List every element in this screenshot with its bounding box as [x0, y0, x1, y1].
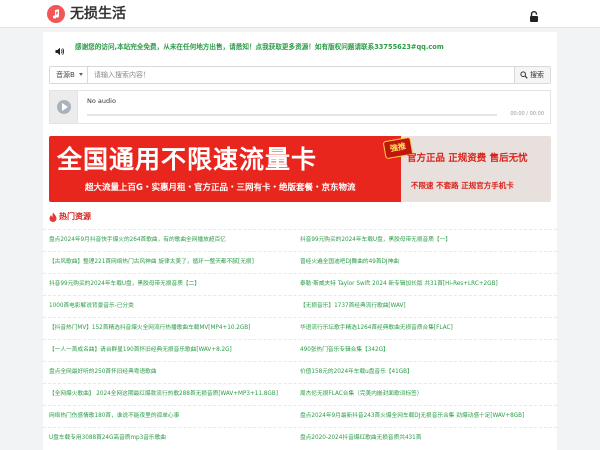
player-time: 00:00 / 00:00 — [510, 111, 544, 117]
search-input[interactable]: 请输入搜索内容！ — [94, 67, 150, 83]
resource-link[interactable]: 泰勒·斯威夫特 Taylor Swift 2024 新专辑加长版 共31首[Hi… — [300, 279, 550, 289]
resource-link[interactable]: 网络热门伤感情歌180首，谁说不能夜里的孤单心事 — [49, 411, 299, 421]
table-row: U盘车载专用3088首24G高音质mp3音乐歌曲 盘点2020-2024抖音爆红… — [43, 427, 557, 449]
banner-subtitle: 超大流量上百G・实惠月租・官方正品・三网有卡・绝版套餐・京东物流 — [85, 183, 356, 193]
resource-link[interactable]: 1000首电影解说背景音乐-已分类 — [49, 301, 299, 311]
table-row: 【一人一首成名曲】请台群星190首怀旧经典无损音乐歌曲[WAV+8.2G] 49… — [43, 339, 557, 361]
progress-bar[interactable] — [87, 114, 497, 116]
table-row: 抖音99元购买的2024年车载U盘，黑胶母带无损音质【二】 泰勒·斯威夫特 Ta… — [43, 273, 557, 295]
search-bar: 音源B 请输入搜索内容！ 搜索 — [49, 66, 551, 84]
audio-player: No audio 00:00 / 00:00 — [49, 90, 551, 124]
banner-title: 全国通用不限速流量卡 — [57, 145, 318, 174]
flame-icon — [49, 212, 57, 222]
table-row: 网络热门伤感情歌180首，谁说不能夜里的孤单心事 盘点2024年9月最新抖音24… — [43, 405, 557, 427]
resource-link[interactable]: 490张热门音乐专辑合集【342G】 — [300, 345, 550, 355]
banner-right-top: 官方正品 正规资费 售后无忧 — [407, 153, 528, 164]
banner-right: 官方正品 正规资费 售后无忧 不限速 不套路 正规官方手机卡 — [401, 136, 551, 202]
notice-bar: 感谢您的访问,本站完全免费，从未在任何地方出售，请悉知！点我获取更多资源！如有版… — [43, 37, 557, 57]
resource-link[interactable]: 抖音99元购买的2024年车载U盘，黑胶母带无损音质【二】 — [49, 279, 299, 289]
resource-link[interactable]: 抖音99元购买的2024年车载U盘，黑胶母带无损音质【一】 — [300, 235, 550, 245]
banner-left: 全国通用不限速流量卡 超大流量上百G・实惠月租・官方正品・三网有卡・绝版套餐・京… — [49, 136, 401, 202]
chevron-down-icon — [79, 73, 83, 76]
main-content: 感谢您的访问,本站完全免费，从未在任何地方出售，请悉知！点我获取更多资源！如有版… — [43, 32, 557, 450]
resource-link[interactable]: 盘点2024年9月最新抖音243首火爆全网车载DJ无损音乐合集 劲爆动感十足[W… — [300, 411, 550, 421]
resource-link[interactable]: 价值158元的2024年车载u盘音乐【41GB】 — [300, 367, 550, 377]
resource-link[interactable]: 【抖音热门MV】152首精选抖音爆火全网流行热播歌曲车载MV[MP4+10.2G… — [49, 323, 299, 333]
table-row: 盘点2024年9月抖音快手爆火的264首歌曲，有的歌曲全网播放超百亿 抖音99元… — [43, 229, 557, 251]
ad-banner[interactable]: 全国通用不限速流量卡 超大流量上百G・实惠月租・官方正品・三网有卡・绝版套餐・京… — [49, 136, 551, 202]
speaker-icon — [55, 41, 65, 60]
table-row: 【抖音热门MV】152首精选抖音爆火全网流行热播歌曲车载MV[MP4+10.2G… — [43, 317, 557, 339]
banner-right-bottom: 不限速 不套路 正规官方手机卡 — [411, 181, 514, 190]
resource-link[interactable]: 盘点2024年9月抖音快手爆火的264首歌曲，有的歌曲全网播放超百亿 — [49, 235, 299, 245]
top-navbar: 无损生活 — [0, 0, 600, 28]
source-select[interactable]: 音源B — [50, 67, 88, 83]
resource-link[interactable]: 盘点全网最好听的250首怀旧经典粤语歌曲 — [49, 367, 299, 377]
resource-link[interactable]: 【古风歌曲】整理221首网络热门古风神曲 旋律太美了，循环一整天都不腻[无损] — [49, 257, 299, 267]
section-title: 热门资源 — [59, 212, 91, 221]
notice-link[interactable]: 感谢您的访问,本站完全免费，从未在任何地方出售，请悉知！点我获取更多资源！如有版… — [75, 40, 444, 54]
resource-link[interactable]: 【一人一首成名曲】请台群星190首怀旧经典无损音乐歌曲[WAV+8.2G] — [49, 345, 299, 355]
resource-link[interactable]: 周杰伦无损FLAC合集（完美内嵌封面歌词标签） — [300, 389, 550, 399]
source-select-label: 音源B — [56, 71, 75, 79]
table-row: 1000首电影解说背景音乐-已分类 【无损音乐】1737首经典流行歌曲[WAV] — [43, 295, 557, 317]
unlock-icon[interactable] — [529, 8, 539, 27]
resource-link[interactable]: 华语流行乐坛歌手精选1264首经典歌曲无损音质合集[FLAC] — [300, 323, 550, 333]
search-button-label: 搜索 — [530, 71, 544, 79]
site-brand[interactable]: 无损生活 — [70, 5, 126, 23]
table-row: 【古风歌曲】整理221首网络热门古风神曲 旋律太美了，循环一整天都不腻[无损] … — [43, 251, 557, 273]
resource-link[interactable]: U盘车载专用3088首24G高音质mp3音乐歌曲 — [49, 433, 299, 443]
resource-link[interactable]: 【全网爆火歌曲】 2024全网这期最红爆款流行热歌288首无损音质[WAV+MP… — [49, 389, 299, 399]
player-title: No audio — [87, 97, 116, 105]
table-row: 盘点全网最好听的250首怀旧经典粤语歌曲 价值158元的2024年车载u盘音乐【… — [43, 361, 557, 383]
resource-link[interactable]: 盘点2020-2024抖音爆红歌曲无损音质共431首 — [300, 433, 550, 443]
music-note-icon[interactable] — [47, 5, 65, 23]
play-button[interactable] — [50, 91, 78, 123]
search-icon — [520, 71, 528, 79]
search-button[interactable]: 搜索 — [514, 67, 550, 83]
resource-link[interactable]: 【无损音乐】1737首经典流行歌曲[WAV] — [300, 301, 550, 311]
table-row: 【全网爆火歌曲】 2024全网这期最红爆款流行热歌288首无损音质[WAV+MP… — [43, 383, 557, 405]
resource-link[interactable]: 曾经火遍全国迪吧DJ舞曲的49首DJ神曲 — [300, 257, 550, 267]
